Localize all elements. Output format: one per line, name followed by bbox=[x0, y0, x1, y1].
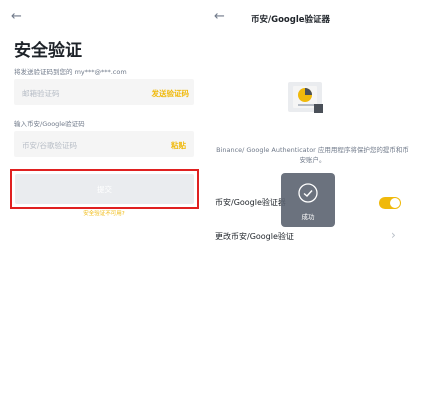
back-arrow-icon-right[interactable]: ← bbox=[214, 10, 225, 23]
chevron-right-icon[interactable]: › bbox=[391, 228, 396, 242]
change-authenticator-label[interactable]: 更改币安/Google验证 bbox=[215, 231, 294, 242]
toggle-knob bbox=[390, 198, 400, 208]
success-toast: 成功 bbox=[281, 173, 335, 227]
page-title: 安全验证 bbox=[14, 41, 82, 61]
email-code-field[interactable]: 邮箱验证码 发送验证码 bbox=[14, 79, 194, 105]
submit-button[interactable]: 提交 bbox=[15, 174, 194, 204]
checkmark-icon bbox=[298, 183, 318, 207]
google-code-label: 输入币安/Google验证码 bbox=[14, 120, 85, 128]
authenticator-toggle[interactable] bbox=[379, 197, 401, 209]
google-code-field[interactable]: 币安/谷歌验证码 粘贴 bbox=[14, 131, 194, 157]
authenticator-title: 币安/Google验证器 bbox=[251, 15, 331, 25]
send-code-button[interactable]: 发送验证码 bbox=[152, 88, 190, 99]
authenticator-description: Binance/ Google Authenticator 应用用程序将保护您的… bbox=[216, 146, 409, 164]
paste-button[interactable]: 粘贴 bbox=[171, 140, 186, 151]
toast-text: 成功 bbox=[301, 213, 315, 221]
email-hint: 将发送验证码到您的 my***@***.com bbox=[14, 68, 127, 76]
security-unavailable-link[interactable]: 安全验证不可用? bbox=[14, 209, 194, 217]
authenticator-illustration-icon bbox=[288, 82, 324, 114]
back-arrow-icon[interactable]: ← bbox=[11, 10, 22, 23]
submit-highlight-box: 提交 bbox=[10, 169, 199, 209]
google-code-placeholder: 币安/谷歌验证码 bbox=[22, 141, 78, 150]
email-code-placeholder: 邮箱验证码 bbox=[22, 89, 60, 98]
authenticator-toggle-label: 币安/Google验证器 bbox=[215, 198, 286, 207]
